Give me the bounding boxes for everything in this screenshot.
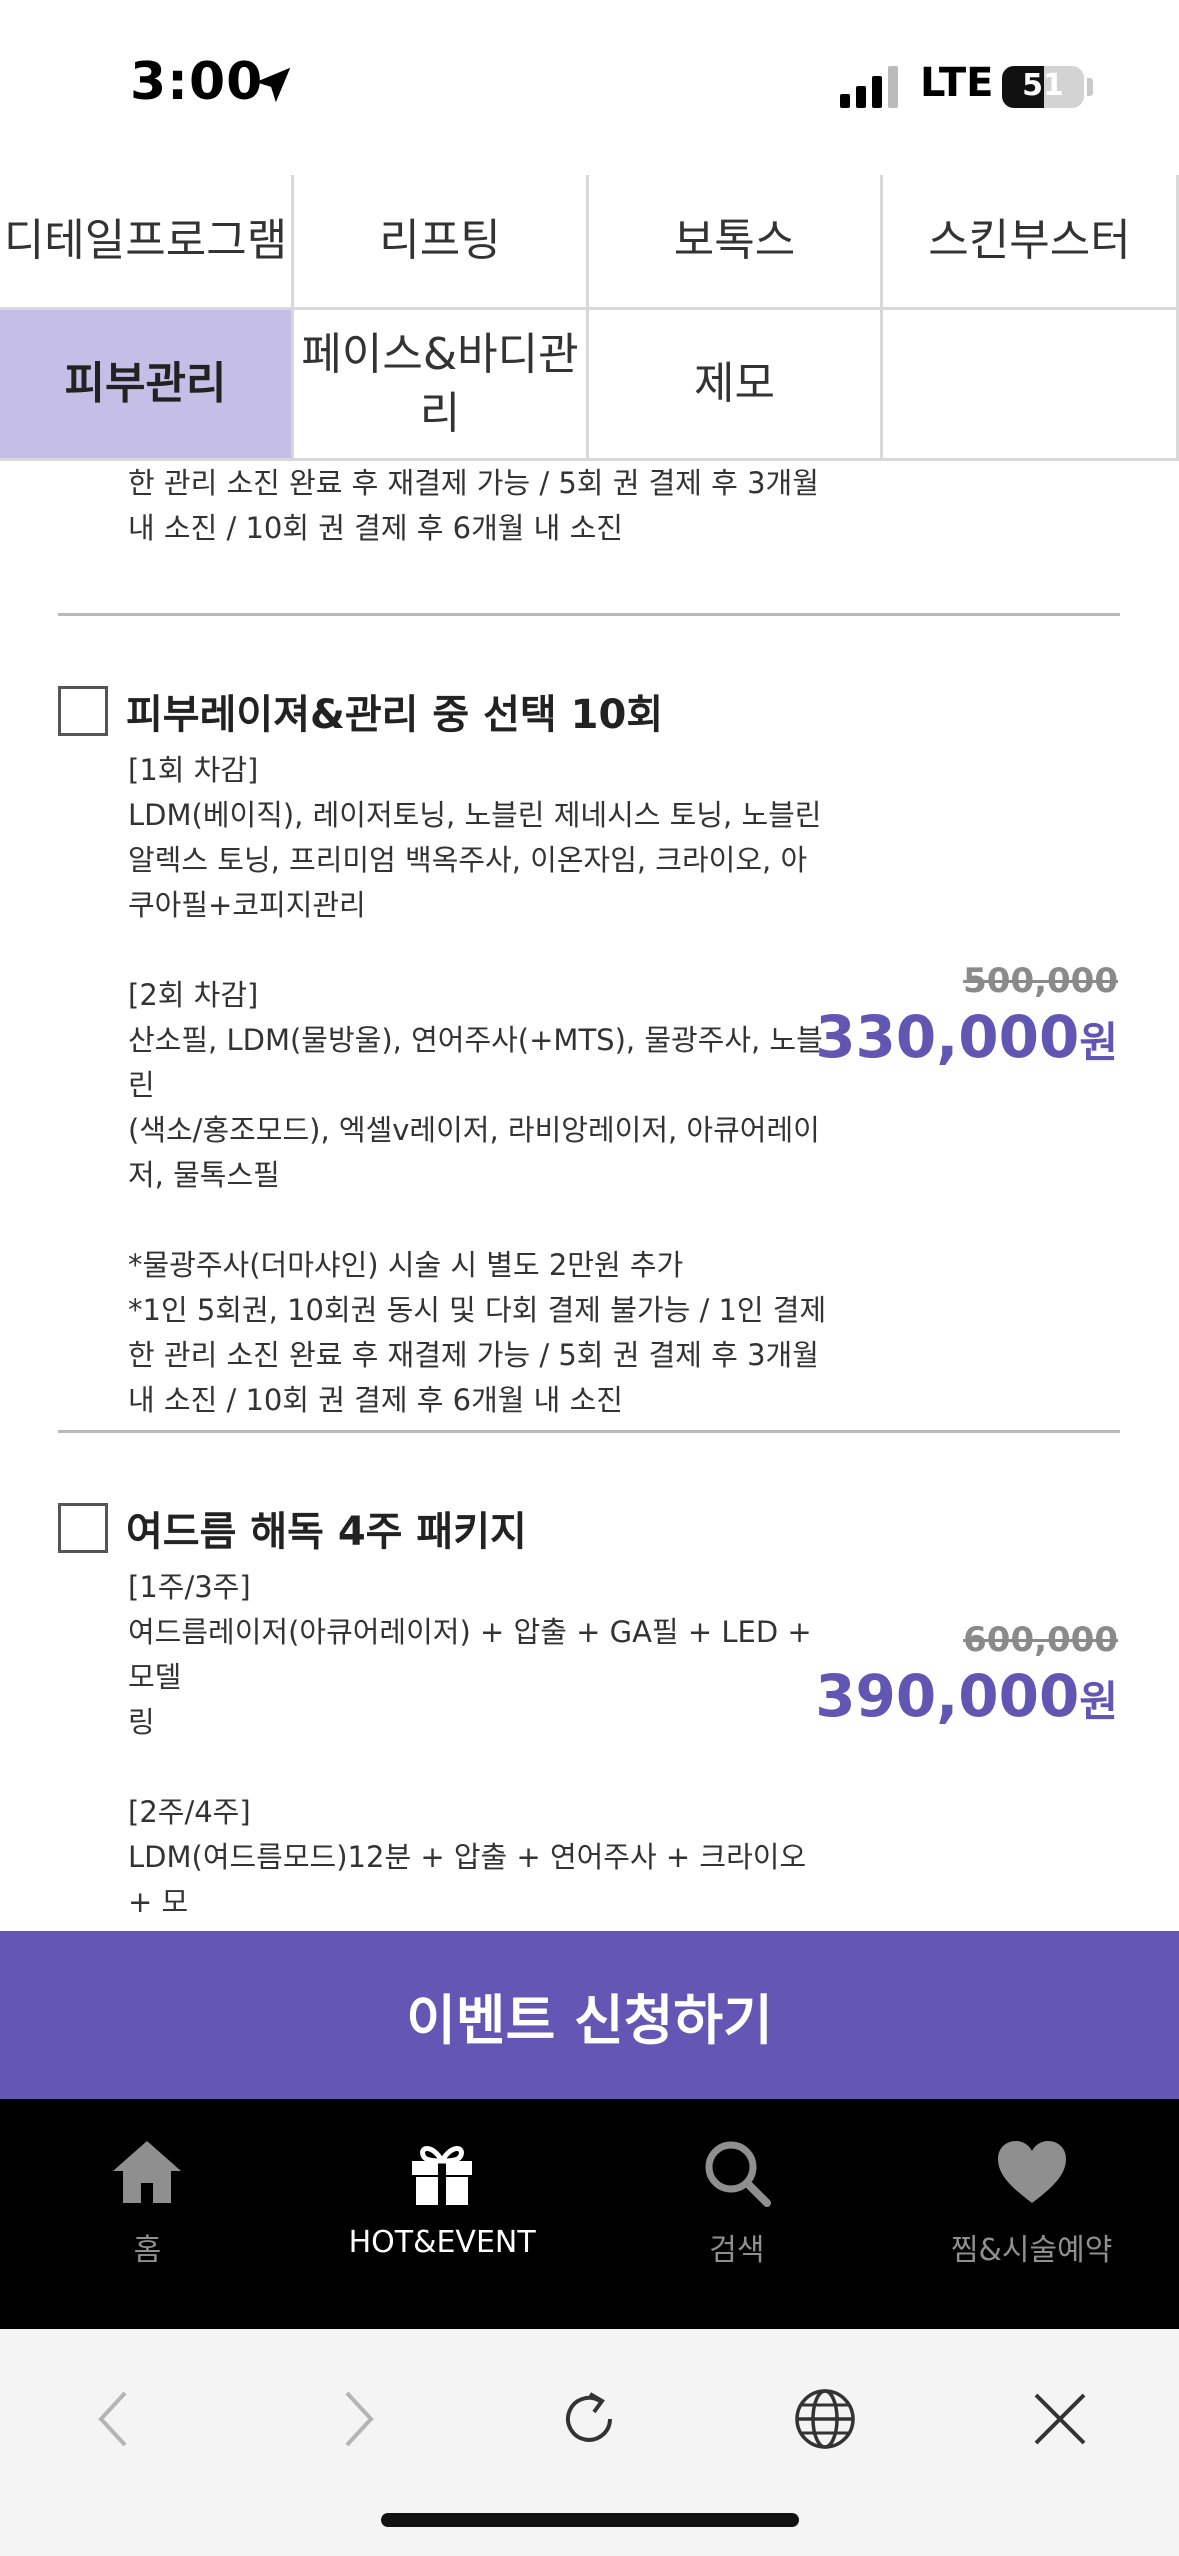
reload-button[interactable] xyxy=(549,2379,629,2459)
category-tab-detail[interactable]: 디테일프로그램 xyxy=(0,175,294,310)
item-description: [1회 차감] LDM(베이직), 레이저토닝, 노블린 제네시스 토닝, 노블… xyxy=(128,748,838,1423)
item-detail-line: (색소/홍조모드), 엑셀v레이저, 라비앙레이저, 아큐어레이 xyxy=(128,1113,820,1147)
nav-wishlist-booking[interactable]: 찜&시술예약 xyxy=(884,2099,1179,2329)
item-detail-line: 내 소진 / 10회 권 결제 후 6개월 내 소진 xyxy=(128,511,623,545)
network-label: LTE xyxy=(920,60,994,106)
home-icon xyxy=(113,2141,182,2203)
item-detail-line: 여드름레이저(아큐어레이저) + 압출 + GA필 + LED + 모델 xyxy=(128,1615,812,1694)
original-price: 500,000 xyxy=(963,961,1118,1001)
status-time: 3:00 xyxy=(130,52,264,112)
nav-home-label: 홈 xyxy=(133,2233,162,2268)
sale-price-value: 390,000 xyxy=(815,1662,1080,1730)
item-detail-line: [1주/3주] xyxy=(128,1570,251,1604)
globe-button[interactable] xyxy=(785,2379,865,2459)
item-detail-line: 링 xyxy=(128,1705,155,1739)
item-detail-line: [2주/4주] xyxy=(128,1795,251,1829)
item-detail-line: [2회 차감] xyxy=(128,978,259,1012)
item-title: 피부레이져&관리 중 선택 10회 xyxy=(126,692,664,738)
item-detail-line: *1인 5회권, 10회권 동시 및 다회 결제 불가능 / 1인 결제 xyxy=(128,1293,827,1327)
item-detail-line: 알렉스 토닝, 프리미엄 백옥주사, 이온자임, 크라이오, 아 xyxy=(128,843,808,877)
battery-icon: 51 xyxy=(1002,66,1084,108)
category-tab-face-body[interactable]: 페이스&바디관리 xyxy=(294,310,589,461)
item-checkbox[interactable] xyxy=(58,686,108,736)
category-grid: 디테일프로그램 리프팅 보톡스 스킨부스터 피부관리 페이스&바디관리 제모 xyxy=(0,175,1179,461)
event-item-header: 피부레이져&관리 중 선택 10회 xyxy=(58,682,663,740)
currency-label: 원 xyxy=(1079,1018,1118,1067)
category-tab-skinbooster[interactable]: 스킨부스터 xyxy=(883,175,1179,310)
item-title: 여드름 해독 4주 패키지 xyxy=(126,1509,527,1555)
location-arrow-icon xyxy=(255,67,291,103)
close-icon xyxy=(1034,2393,1086,2445)
item-detail-line: 산소필, LDM(물방울), 연어주사(+MTS), 물광주사, 노블린 xyxy=(128,1023,823,1102)
nav-hot-event[interactable]: HOT&EVENT xyxy=(295,2099,590,2329)
category-tab-skincare[interactable]: 피부관리 xyxy=(0,310,294,461)
sale-price: 330,000원 xyxy=(815,1003,1118,1071)
category-tab-hair-removal[interactable]: 제모 xyxy=(589,310,883,461)
back-icon xyxy=(98,2391,127,2447)
forward-icon xyxy=(345,2391,374,2447)
item-divider xyxy=(58,613,1120,616)
item-detail-line: 한 관리 소진 완료 후 재결제 가능 / 5회 권 결제 후 3개월 xyxy=(128,466,819,500)
item-divider xyxy=(58,1430,1120,1433)
item-checkbox[interactable] xyxy=(58,1503,108,1553)
event-list[interactable]: 한 관리 소진 완료 후 재결제 가능 / 5회 권 결제 후 3개월 내 소진… xyxy=(0,461,1179,1931)
item-detail-line: [1회 차감] xyxy=(128,753,259,787)
category-tab-empty xyxy=(883,310,1179,461)
item-detail-line: 한 관리 소진 완료 후 재결제 가능 / 5회 권 결제 후 3개월 xyxy=(128,1338,819,1372)
item-detail-line: 내 소진 / 10회 권 결제 후 6개월 내 소진 xyxy=(128,1383,623,1417)
home-indicator[interactable] xyxy=(381,2513,799,2527)
back-button[interactable] xyxy=(74,2379,154,2459)
sale-price-value: 330,000 xyxy=(815,1003,1080,1071)
reload-icon xyxy=(566,2392,612,2442)
nav-home[interactable]: 홈 xyxy=(0,2099,295,2329)
category-tab-botox[interactable]: 보톡스 xyxy=(589,175,883,310)
search-icon xyxy=(705,2141,771,2207)
apply-event-label: 이벤트 신청하기 xyxy=(406,1988,773,2052)
status-bar: 3:00 LTE 51 xyxy=(0,0,1179,175)
nav-search[interactable]: 검색 xyxy=(590,2099,885,2329)
apply-event-button[interactable]: 이벤트 신청하기 xyxy=(0,1931,1179,2099)
currency-label: 원 xyxy=(1079,1677,1118,1726)
globe-icon xyxy=(795,2389,855,2449)
item-detail-line: 저, 물톡스필 xyxy=(128,1158,280,1192)
category-tab-lifting[interactable]: 리프팅 xyxy=(294,175,589,310)
item-detail-line: 쿠아필+코피지관리 xyxy=(128,888,366,922)
forward-button[interactable] xyxy=(318,2379,398,2459)
battery-cap xyxy=(1087,78,1093,96)
item-detail-line: LDM(베이직), 레이저토닝, 노블린 제네시스 토닝, 노블린 xyxy=(128,798,822,832)
item-price: 600,000 390,000원 xyxy=(815,1620,1118,1730)
previous-item-tail: 한 관리 소진 완료 후 재결제 가능 / 5회 권 결제 후 3개월 내 소진… xyxy=(128,461,848,551)
nav-search-label: 검색 xyxy=(709,2233,765,2268)
close-button[interactable] xyxy=(1020,2379,1100,2459)
heart-icon xyxy=(997,2141,1066,2203)
nav-wishlist-label: 찜&시술예약 xyxy=(950,2233,1113,2268)
battery-level: 51 xyxy=(1022,68,1064,103)
original-price: 600,000 xyxy=(963,1620,1118,1660)
nav-hot-event-label: HOT&EVENT xyxy=(348,2225,536,2260)
gift-icon xyxy=(412,2146,473,2205)
sale-price: 390,000원 xyxy=(815,1662,1118,1730)
item-detail-line: LDM(여드름모드)12분 + 압출 + 연어주사 + 크라이오 + 모 xyxy=(128,1840,807,1919)
item-detail-line: *물광주사(더마샤인) 시술 시 별도 2만원 추가 xyxy=(128,1248,684,1282)
item-price: 500,000 330,000원 xyxy=(815,961,1118,1071)
event-item-header: 여드름 해독 4주 패키지 xyxy=(58,1499,527,1557)
signal-icon xyxy=(840,66,898,108)
bottom-nav: 홈 HOT&EVENT 검색 찜&시술예약 xyxy=(0,2099,1179,2329)
item-description: [1주/3주] 여드름레이저(아큐어레이저) + 압출 + GA필 + LED … xyxy=(128,1565,838,1931)
